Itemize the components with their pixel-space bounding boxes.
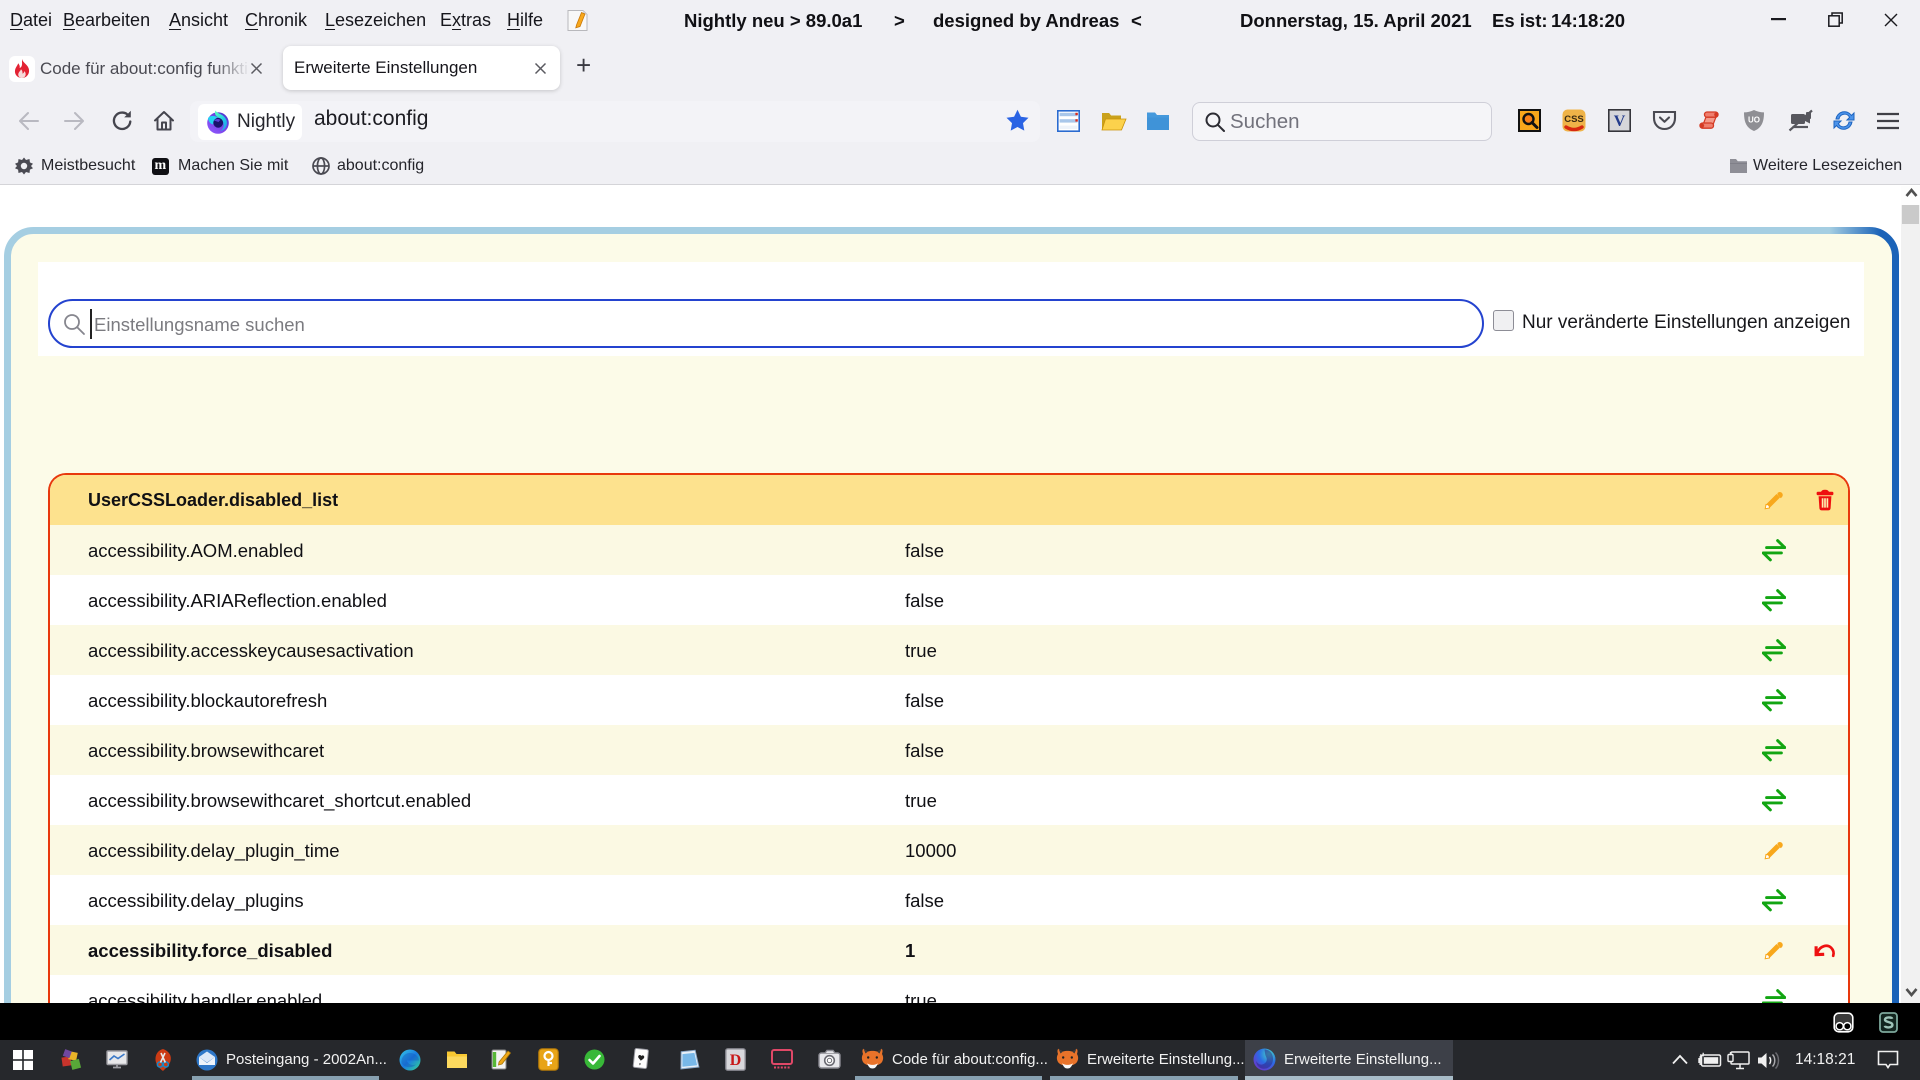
svg-text:CSS: CSS	[1564, 114, 1584, 125]
svg-text:UO: UO	[1748, 116, 1760, 125]
svg-text:D: D	[730, 1052, 742, 1069]
svg-text:V: V	[1614, 113, 1626, 130]
